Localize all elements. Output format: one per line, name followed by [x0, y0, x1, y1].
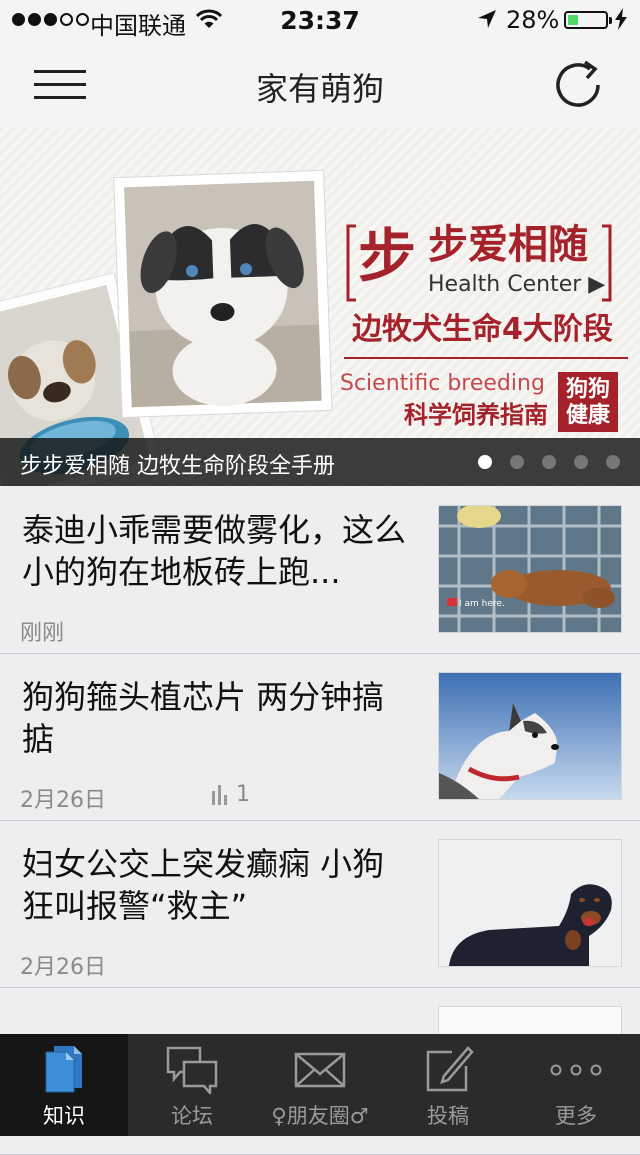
list-item[interactable]: 狗狗箍头植芯片 两分钟搞掂 2月26日 1 [0, 654, 640, 821]
tab-bar: 知识 论坛 ♀朋友圈♂ 投稿 更多 [0, 1034, 640, 1136]
article-thumbnail [438, 839, 622, 967]
article-title: 妇女公交上突发癫痫 小狗狂叫报警“救主” [22, 845, 385, 925]
battery-icon [564, 11, 612, 29]
banner-headline: 步 [358, 222, 416, 290]
tab-submit[interactable]: 投稿 [384, 1034, 512, 1136]
compose-icon [426, 1046, 474, 1092]
banner-subtitle-en: Health Center ▶ [428, 272, 605, 297]
tab-more[interactable]: 更多 [512, 1034, 640, 1136]
view-count: 1 [212, 782, 250, 807]
banner-caption-bar: 步步爱相随 边牧生命阶段全手册 [0, 438, 640, 486]
banner-caption: 步步爱相随 边牧生命阶段全手册 [20, 454, 335, 479]
envelope-icon [294, 1052, 346, 1088]
status-bar: 中国联通 23:37 28% [0, 0, 640, 40]
tab-forum[interactable]: 论坛 [128, 1034, 256, 1136]
tab-knowledge[interactable]: 知识 [0, 1034, 128, 1136]
tab-label: 投稿 [427, 1104, 469, 1128]
article-thumbnail: I am here. [438, 505, 622, 633]
banner-stamp-line2: 健康 [566, 402, 611, 428]
banner-headline-rest: 步爱相随 [428, 222, 588, 268]
page-dot[interactable] [574, 455, 588, 469]
thumbnail-caption: I am here. [459, 599, 505, 609]
banner-artwork: 步 步爱相随 Health Center ▶ 边牧犬生命4大阶段 Scienti… [0, 128, 640, 486]
list-item[interactable]: 妇女公交上突发癫痫 小狗狂叫报警“救主” 2月26日 [0, 821, 640, 988]
banner-line2: 边牧犬生命4大阶段 [352, 312, 613, 347]
article-title: 泰迪小乖需要做雾化，这么小的狗在地板砖上跑... [22, 511, 407, 591]
article-title: 狗狗箍头植芯片 两分钟搞掂 [22, 678, 385, 758]
page-dot[interactable] [510, 455, 524, 469]
tab-label: 论坛 [171, 1104, 213, 1128]
view-count-value: 1 [236, 782, 250, 807]
tab-label: 知识 [43, 1104, 85, 1128]
banner-line3: Scientific breeding [340, 371, 545, 396]
page-dot[interactable] [606, 455, 620, 469]
charging-bolt-icon [614, 8, 628, 36]
banner-stamp-line1: 狗狗 [566, 377, 610, 402]
chat-bubbles-icon [166, 1046, 218, 1094]
article-date: 2月26日 [20, 788, 106, 813]
article-date: 2月26日 [20, 955, 106, 980]
location-arrow-icon [476, 8, 498, 36]
refresh-icon[interactable] [552, 58, 606, 112]
list-item[interactable]: 泰迪小乖需要做雾化，这么小的狗在地板砖上跑... 刚刚 I am here. [0, 487, 640, 654]
tab-friends[interactable]: ♀朋友圈♂ [256, 1034, 384, 1136]
battery-percent: 28% [506, 6, 560, 34]
featured-banner[interactable]: 步 步爱相随 Health Center ▶ 边牧犬生命4大阶段 Scienti… [0, 128, 640, 486]
page-dot[interactable] [542, 455, 556, 469]
page-dot[interactable] [478, 455, 492, 469]
documents-icon [45, 1046, 82, 1093]
banner-page-indicator[interactable] [478, 455, 620, 469]
banner-line4: 科学饲养指南 [404, 401, 548, 429]
article-thumbnail [438, 672, 622, 800]
tab-label: ♀朋友圈♂ [271, 1104, 369, 1128]
page-title: 家有萌狗 [255, 70, 384, 108]
article-date: 刚刚 [20, 621, 65, 646]
more-dots-icon [550, 1064, 602, 1076]
tab-label: 更多 [555, 1104, 597, 1128]
view-count-icon [212, 784, 227, 805]
navigation-bar: 家有萌狗 [0, 40, 640, 129]
